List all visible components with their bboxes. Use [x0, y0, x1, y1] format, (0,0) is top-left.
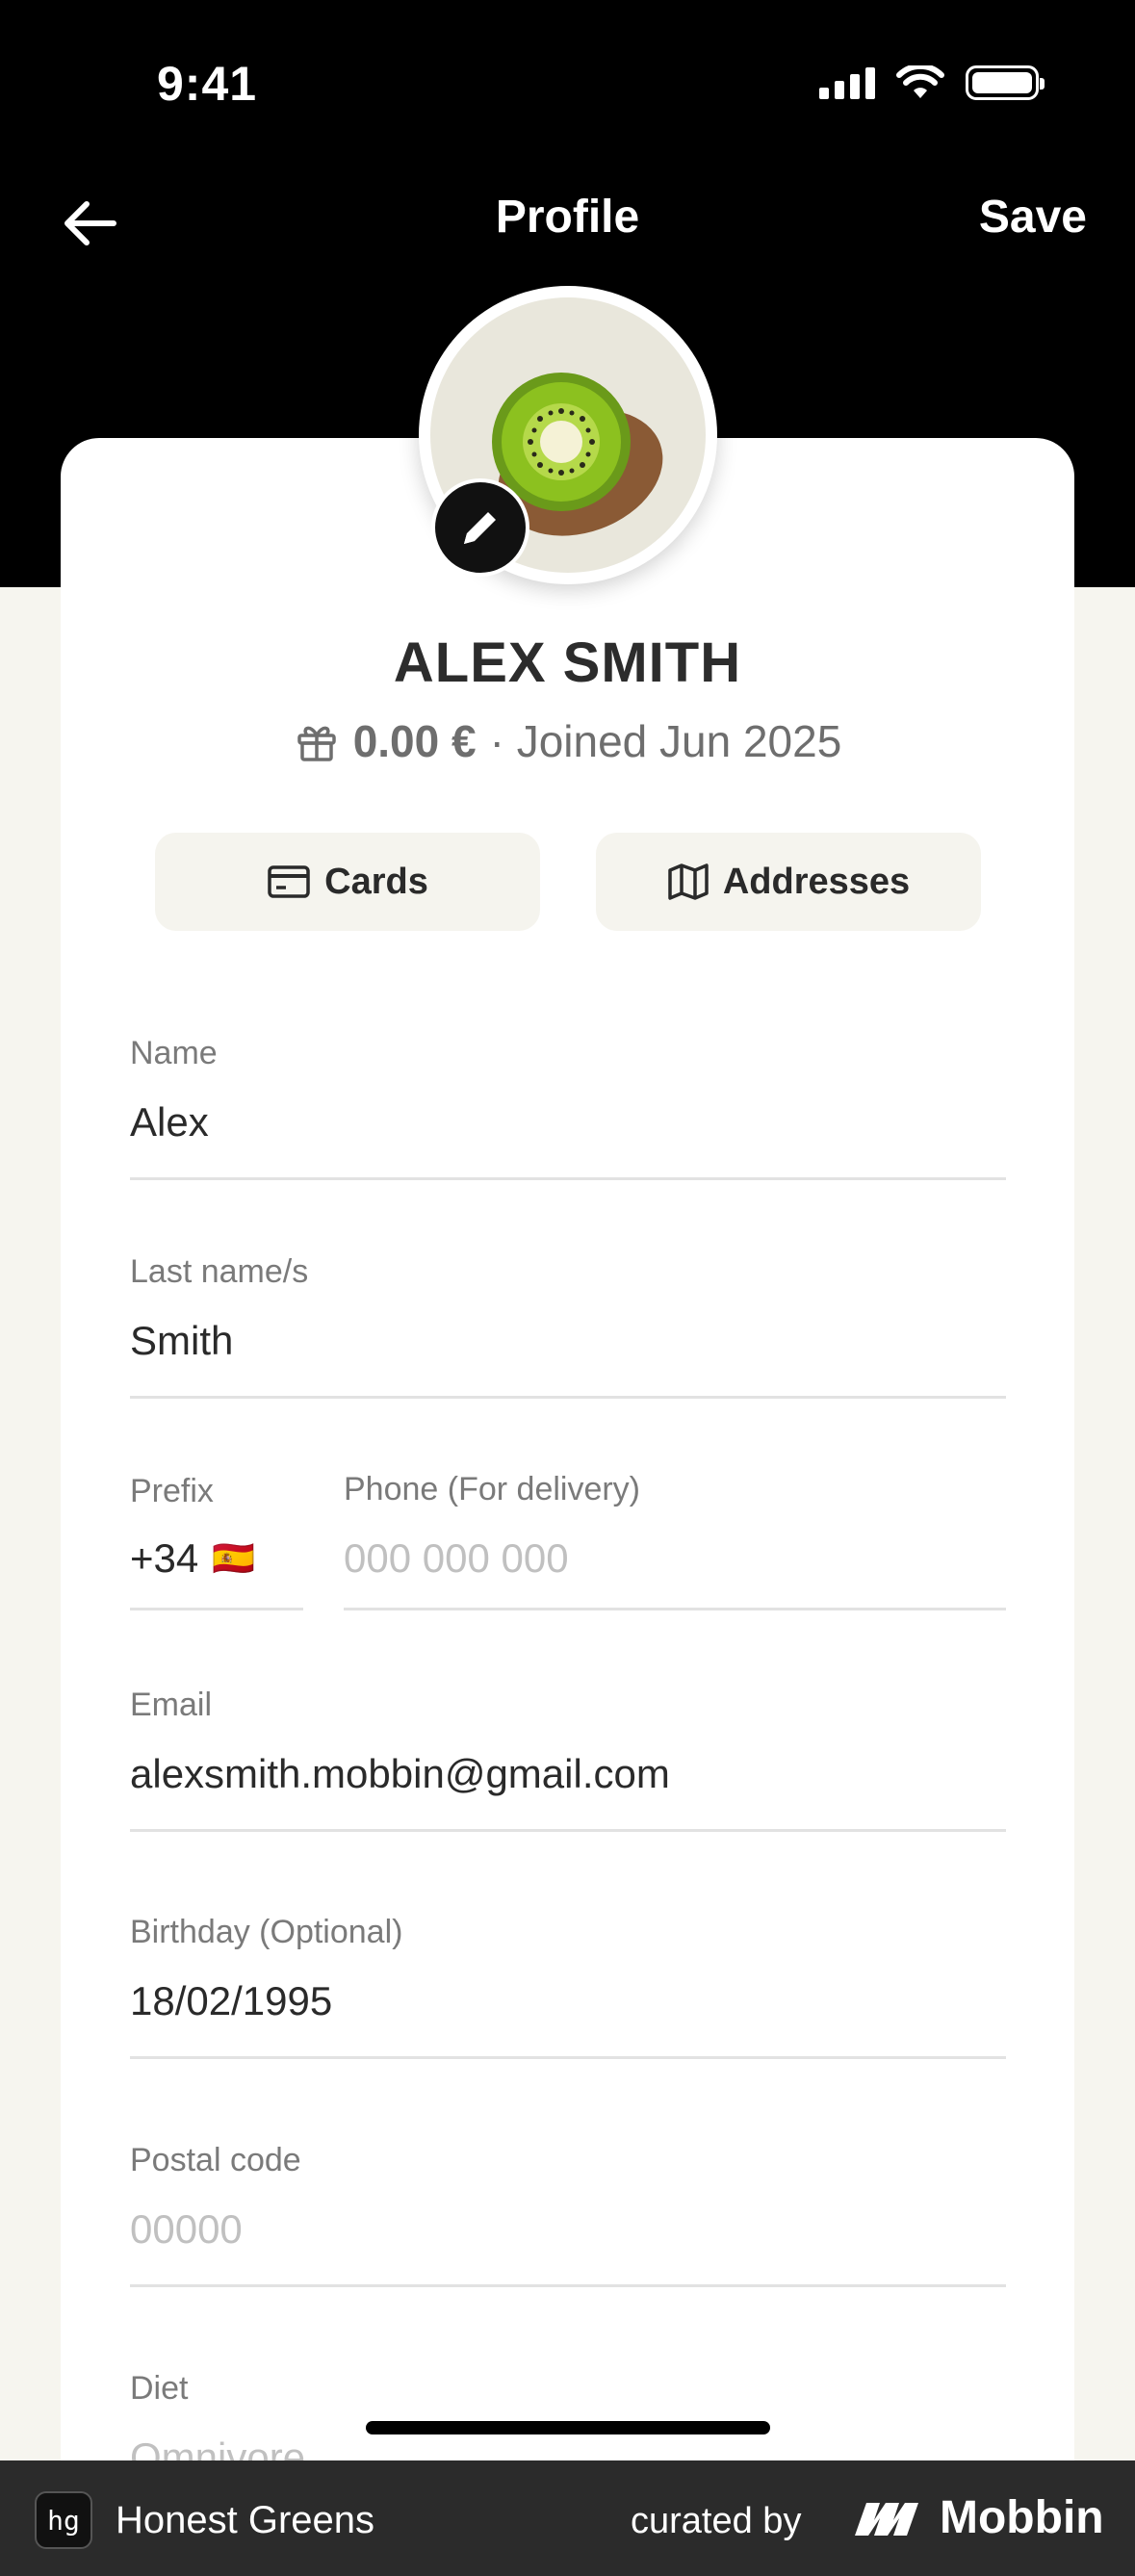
app-logo-icon: hg: [35, 2491, 92, 2549]
email-field[interactable]: Email alexsmith.mobbin@gmail.com: [130, 1687, 1006, 1832]
birthday-label: Birthday (Optional): [130, 1914, 403, 1950]
diet-field[interactable]: Diet Omnivore: [130, 2370, 1006, 2460]
balance: 0.00 €: [352, 716, 477, 766]
prefix-field[interactable]: Prefix +34 🇪🇸: [130, 1473, 303, 1610]
divider: [130, 1177, 1006, 1180]
divider: [130, 2056, 1006, 2059]
name-label: Name: [130, 1035, 218, 1071]
last-name-value[interactable]: Smith: [130, 1318, 1006, 1364]
cards-label: Cards: [324, 861, 428, 902]
nav-bar: Profile Save: [0, 173, 1135, 270]
prefix-value[interactable]: +34 🇪🇸: [130, 1535, 303, 1582]
last-name-field[interactable]: Last name/s Smith: [130, 1253, 1006, 1399]
email-value[interactable]: alexsmith.mobbin@gmail.com: [130, 1751, 1006, 1797]
prefix-code: +34: [130, 1535, 199, 1581]
pencil-icon: [464, 512, 496, 544]
addresses-button[interactable]: Addresses: [596, 833, 981, 931]
diet-input[interactable]: Omnivore: [130, 2434, 1006, 2460]
user-name: ALEX SMITH: [393, 631, 742, 694]
birthday-value[interactable]: 18/02/1995: [130, 1978, 1006, 2024]
curated-by-text: curated by: [631, 2501, 802, 2541]
email-label: Email: [130, 1687, 213, 1723]
status-icons: [819, 65, 1045, 100]
postal-code-field[interactable]: Postal code 00000: [130, 2142, 1006, 2287]
divider: [130, 2284, 1006, 2287]
home-indicator: [366, 2421, 770, 2434]
gift-icon: [297, 726, 336, 761]
app-name: Honest Greens: [116, 2499, 375, 2541]
battery-icon: [966, 65, 1045, 100]
status-time: 9:41: [157, 57, 258, 111]
divider: [344, 1608, 1006, 1610]
status-bar: 9:41: [0, 0, 1135, 164]
wifi-icon: [896, 65, 944, 98]
mobbin-logo-icon: [855, 2502, 918, 2536]
user-meta: 0.00 € · Joined Jun 2025: [0, 715, 1135, 767]
phone-field[interactable]: Phone (For delivery) 000 000 000: [344, 1471, 1006, 1610]
phone-label: Phone (For delivery): [344, 1471, 641, 1507]
phone-input[interactable]: 000 000 000: [344, 1535, 1006, 1582]
brand-name: Mobbin: [940, 2492, 1104, 2543]
edit-avatar-button[interactable]: [431, 478, 529, 577]
footer-bar: hg Honest Greens curated by Mobbin: [0, 2460, 1135, 2576]
diet-label: Diet: [130, 2370, 189, 2407]
prefix-label: Prefix: [130, 1473, 214, 1509]
page-title: Profile: [495, 192, 640, 243]
cards-button[interactable]: Cards: [155, 833, 540, 931]
postal-code-label: Postal code: [130, 2142, 301, 2178]
divider: [130, 1608, 303, 1610]
addresses-label: Addresses: [722, 861, 911, 902]
save-button[interactable]: Save: [979, 191, 1087, 244]
divider: [130, 1829, 1006, 1832]
joined-date: · Joined Jun 2025: [489, 716, 842, 766]
postal-code-input[interactable]: 00000: [130, 2206, 1006, 2253]
last-name-label: Last name/s: [130, 1253, 309, 1290]
spain-flag-icon: 🇪🇸: [212, 1538, 256, 1578]
signal-icon: [819, 66, 875, 99]
divider: [130, 1396, 1006, 1399]
name-field[interactable]: Name Alex: [130, 1035, 1006, 1180]
profile-screen: 9:41 Profile Save ALEX SMITH 0.00 € · Jo…: [0, 0, 1135, 2576]
map-icon: [668, 863, 709, 900]
name-value[interactable]: Alex: [130, 1099, 1006, 1146]
mobbin-brand: Mobbin: [853, 2491, 1104, 2544]
birthday-field[interactable]: Birthday (Optional) 18/02/1995: [130, 1914, 1006, 2059]
credit-card-icon: [268, 865, 310, 898]
